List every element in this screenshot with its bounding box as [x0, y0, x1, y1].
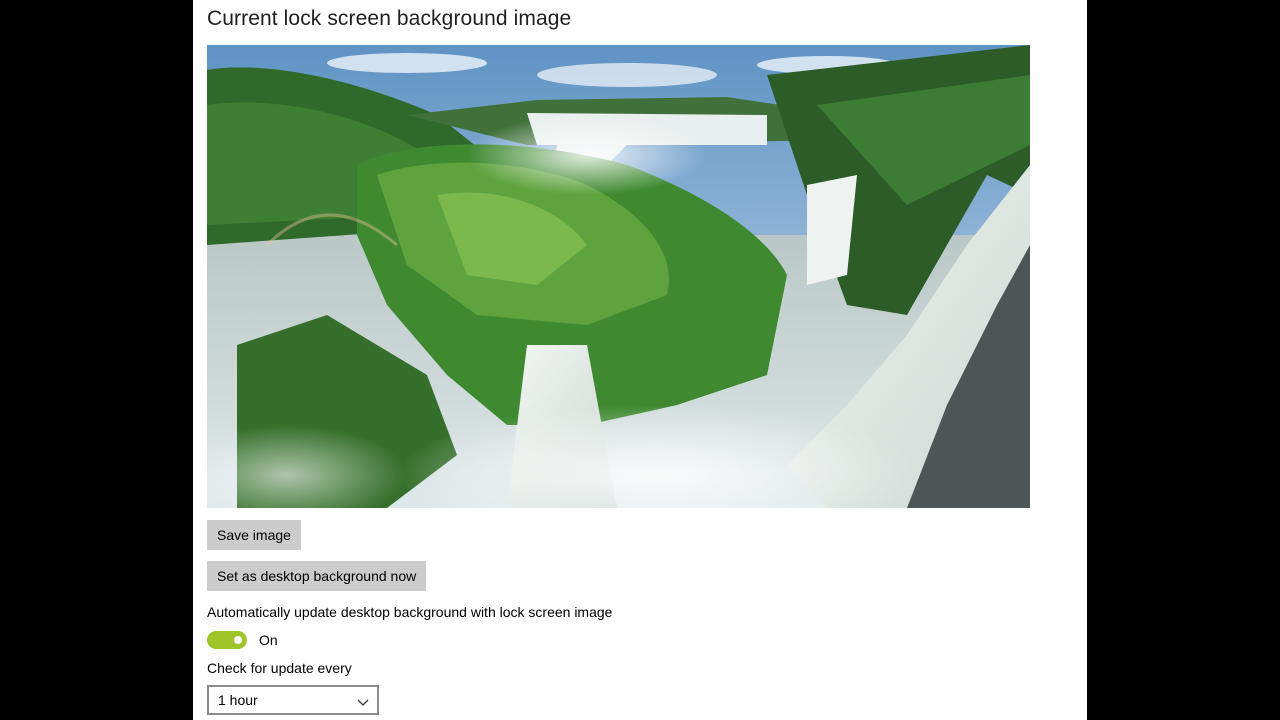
settings-panel: Current lock screen background image Sav… [193, 0, 1087, 720]
set-desktop-background-button[interactable]: Set as desktop background now [207, 561, 427, 591]
save-image-button[interactable]: Save image [207, 520, 301, 550]
chevron-down-icon [357, 694, 369, 712]
auto-update-toggle[interactable] [207, 631, 247, 649]
dropdown-selected-value: 1 hour [218, 692, 258, 708]
page-title: Current lock screen background image [207, 7, 572, 30]
toggle-knob [234, 636, 242, 644]
toggle-state-label: On [259, 632, 278, 648]
check-interval-label: Check for update every [207, 660, 352, 676]
check-interval-dropdown[interactable]: 1 hour [207, 685, 379, 715]
waterfall-image [207, 45, 1030, 508]
auto-update-label: Automatically update desktop background … [207, 604, 613, 620]
lock-screen-image [207, 45, 1030, 508]
